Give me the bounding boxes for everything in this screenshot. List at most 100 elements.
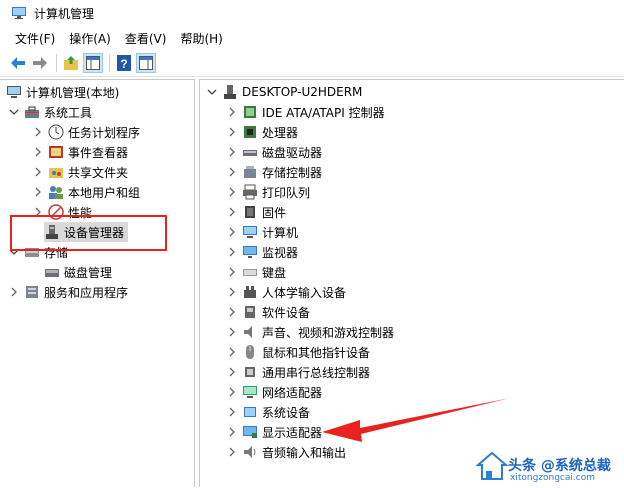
tree-label: 计算机管理(本地) <box>26 85 120 100</box>
network-adapter-icon <box>243 386 257 398</box>
device-category-label: 监视器 <box>262 245 299 260</box>
ide-controller-icon <box>244 106 256 118</box>
computer-management-icon <box>7 86 21 98</box>
device-category-computer[interactable]: 计算机 <box>226 222 298 242</box>
tree-item-disk-management[interactable]: 磁盘管理 <box>44 262 112 282</box>
chevron-right-icon[interactable] <box>226 166 238 178</box>
software-device-icon <box>245 306 255 318</box>
printer-icon <box>243 184 257 200</box>
chevron-right-icon[interactable] <box>226 326 238 338</box>
chevron-right-icon[interactable] <box>226 346 238 358</box>
chevron-right-icon[interactable] <box>32 126 44 138</box>
usb-icon <box>245 367 255 377</box>
chevron-right-icon[interactable] <box>32 146 44 158</box>
display-adapter-icon <box>243 426 257 438</box>
forward-button[interactable] <box>30 53 50 73</box>
tree-item-local-users[interactable]: 本地用户和组 <box>32 182 140 202</box>
show-hide-console-tree-button[interactable] <box>83 53 103 73</box>
menu-help[interactable]: 帮助(H) <box>173 30 229 47</box>
watermark-text: 头条 @系统总裁 <box>508 458 611 474</box>
chevron-right-icon[interactable] <box>226 186 238 198</box>
computer-management-icon <box>12 7 26 19</box>
device-category-monitors[interactable]: 监视器 <box>226 242 298 262</box>
tree-item-task-scheduler[interactable]: 任务计划程序 <box>32 122 140 142</box>
back-button[interactable] <box>8 53 28 73</box>
tree-item-services-apps[interactable]: 服务和应用程序 <box>8 282 128 302</box>
menu-view[interactable]: 查看(V) <box>118 30 174 47</box>
device-category-software-devices[interactable]: 软件设备 <box>226 302 310 322</box>
computer-icon <box>243 226 257 238</box>
up-folder-button[interactable] <box>61 53 81 73</box>
toolbar-separator <box>109 54 110 72</box>
chevron-right-icon[interactable] <box>32 166 44 178</box>
tree-item-event-viewer[interactable]: 事件查看器 <box>32 142 128 162</box>
device-category-label: 鼠标和其他指针设备 <box>262 345 371 360</box>
chevron-right-icon[interactable] <box>226 426 238 438</box>
audio-io-icon <box>244 446 256 458</box>
device-category-label: IDE ATA/ATAPI 控制器 <box>262 105 385 120</box>
device-category-disk-drives[interactable]: 磁盘驱动器 <box>226 142 322 162</box>
device-category-label: 键盘 <box>262 265 287 280</box>
tree-label: 事件查看器 <box>68 145 129 160</box>
device-category-label: 存储控制器 <box>262 165 323 180</box>
device-category-mice[interactable]: 鼠标和其他指针设备 <box>226 342 370 362</box>
chevron-right-icon[interactable] <box>226 406 238 418</box>
chevron-right-icon[interactable] <box>32 186 44 198</box>
chevron-right-icon[interactable] <box>226 246 238 258</box>
device-category-label: 处理器 <box>262 125 299 140</box>
chevron-right-icon[interactable] <box>8 286 20 298</box>
disk-drive-icon <box>243 150 257 156</box>
chevron-right-icon[interactable] <box>226 306 238 318</box>
annotation-arrow <box>322 398 510 442</box>
device-category-label: 通用串行总线控制器 <box>262 365 371 380</box>
device-category-processor[interactable]: 处理器 <box>226 122 298 142</box>
menu-file[interactable]: 文件(F) <box>8 30 62 47</box>
tree-item-shared-folders[interactable]: 共享文件夹 <box>32 162 128 182</box>
tree-label: 本地用户和组 <box>68 185 141 200</box>
device-category-label: 固件 <box>262 205 287 220</box>
device-category-print-queues[interactable]: 打印队列 <box>226 182 310 202</box>
chevron-right-icon[interactable] <box>226 446 238 458</box>
chevron-right-icon[interactable] <box>226 386 238 398</box>
chevron-right-icon[interactable] <box>226 146 238 158</box>
device-category-keyboards[interactable]: 键盘 <box>226 262 286 282</box>
tree-label: 服务和应用程序 <box>44 285 129 300</box>
chevron-right-icon[interactable] <box>226 366 238 378</box>
chevron-down-icon[interactable] <box>8 106 20 118</box>
device-tree-root[interactable]: DESKTOP-U2HDERM <box>206 82 362 102</box>
users-icon <box>49 186 63 199</box>
services-icon <box>26 286 38 298</box>
menu-action[interactable]: 操作(A) <box>62 30 118 47</box>
console-tree-icon <box>86 56 100 70</box>
up-folder-icon <box>64 56 78 70</box>
device-category-system-devices[interactable]: 系统设备 <box>226 402 310 422</box>
device-category-firmware[interactable]: 固件 <box>226 202 286 222</box>
processor-icon <box>244 126 256 138</box>
help-button[interactable]: ? <box>114 53 134 73</box>
device-root-label: DESKTOP-U2HDERM <box>242 85 363 99</box>
chevron-right-icon[interactable] <box>226 286 238 298</box>
computer-icon <box>224 85 236 99</box>
forward-arrow-icon <box>33 57 47 69</box>
device-category-usb-controllers[interactable]: 通用串行总线控制器 <box>226 362 370 382</box>
device-category-hid[interactable]: 人体学输入设备 <box>226 282 346 302</box>
mouse-icon <box>246 345 254 359</box>
help-icon: ? <box>117 55 131 71</box>
chevron-down-icon[interactable] <box>206 86 218 98</box>
tree-label: 系统工具 <box>44 105 93 120</box>
console-tree-pane: 计算机管理(本地) 系统工具 任务计划程序 事件查看器 共享文件夹 本地用户和组… <box>0 79 195 487</box>
show-action-pane-button[interactable] <box>136 53 156 73</box>
tree-label: 磁盘管理 <box>64 265 113 280</box>
chevron-right-icon[interactable] <box>226 126 238 138</box>
device-category-ide-controller[interactable]: IDE ATA/ATAPI 控制器 <box>226 102 385 122</box>
chevron-right-icon[interactable] <box>226 226 238 238</box>
tree-item-system-tools[interactable]: 系统工具 <box>8 102 92 122</box>
chevron-right-icon[interactable] <box>226 266 238 278</box>
tree-item-root[interactable]: 计算机管理(本地) <box>6 82 119 102</box>
device-category-label: 声音、视频和游戏控制器 <box>262 325 395 340</box>
device-category-storage-controllers[interactable]: 存储控制器 <box>226 162 322 182</box>
menu-bar: 文件(F) 操作(A) 查看(V) 帮助(H) <box>0 28 230 48</box>
chevron-right-icon[interactable] <box>226 106 238 118</box>
device-category-sound-video-game[interactable]: 声音、视频和游戏控制器 <box>226 322 394 342</box>
chevron-right-icon[interactable] <box>226 206 238 218</box>
